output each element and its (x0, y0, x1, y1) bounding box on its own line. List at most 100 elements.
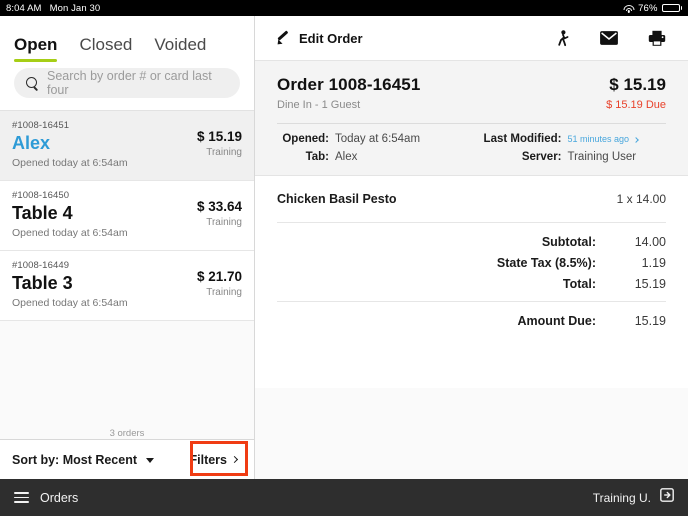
total-value: 15.19 (634, 277, 666, 291)
bottom-navigation-bar: Orders Training U. (0, 479, 688, 516)
search-placeholder: Search by order # or card last four (47, 69, 212, 97)
order-detail-toolbar: Edit Order (255, 16, 688, 61)
order-title: Order 1008-16451 (277, 75, 421, 94)
pencil-icon (275, 31, 290, 46)
ios-status-bar: 8:04 AM Mon Jan 30 76% (0, 0, 688, 16)
person-walking-icon[interactable] (555, 29, 570, 47)
tab-open[interactable]: Open (14, 35, 58, 62)
order-opened-time: Opened today at 6:54am (12, 296, 128, 309)
hamburger-menu-icon (14, 491, 29, 504)
line-item-name: Chicken Basil Pesto (277, 192, 397, 206)
chevron-right-icon (230, 455, 239, 464)
order-list-item-1008-16451[interactable]: #1008-16451 Alex Opened today at 6:54am … (0, 111, 254, 181)
toolbar-icon-group (555, 29, 666, 47)
meta-opened: Opened: Today at 6:54am (277, 133, 472, 145)
order-meta: Opened: Today at 6:54am Tab: Alex Last M… (277, 133, 666, 163)
order-detail-pane: Edit Order Order 1008-16451 Dine In - 1 … (255, 16, 688, 479)
meta-last-modified-label: Last Modified: (483, 133, 562, 145)
logout-icon (660, 488, 674, 507)
order-tag: Training (206, 147, 242, 158)
order-totals: Subtotal: 14.00 State Tax (8.5%): 1.19 T… (277, 223, 666, 291)
meta-server-value: Training User (567, 151, 637, 163)
meta-tab-value: Alex (335, 151, 358, 163)
amount-due-block: Amount Due: 15.19 (277, 302, 666, 328)
order-due-amount: $ 15.19 Due (606, 99, 666, 111)
tab-voided[interactable]: Voided (154, 35, 206, 62)
order-list-item-1008-16450[interactable]: #1008-16450 Table 4 Opened today at 6:54… (0, 181, 254, 251)
tab-closed[interactable]: Closed (79, 35, 132, 62)
amount-due-value: 15.19 (634, 314, 666, 328)
order-amount: $ 21.70 (196, 269, 242, 284)
order-line-item[interactable]: Chicken Basil Pesto 1 x 14.00 (277, 176, 666, 206)
meta-opened-value: Today at 6:54am (335, 133, 421, 145)
subtotal-value: 14.00 (634, 235, 666, 249)
meta-tab: Tab: Alex (277, 151, 472, 163)
line-item-qty-price: 1 x 14.00 (616, 192, 666, 206)
order-subtitle: Dine In - 1 Guest (277, 99, 361, 111)
amount-due-label: Amount Due: (517, 314, 596, 328)
order-total-amount: $ 15.19 (609, 75, 666, 94)
tab-open-label: Open (14, 35, 58, 54)
total-row-total: Total: 15.19 (277, 277, 666, 291)
app-root: 8:04 AM Mon Jan 30 76% Open Closed Voide… (0, 0, 688, 516)
last-modified-value: 51 minutes ago (567, 134, 630, 144)
search-container: Search by order # or card last four (0, 62, 254, 111)
order-meta-left: Opened: Today at 6:54am Tab: Alex (277, 133, 472, 163)
total-row-amount-due: Amount Due: 15.19 (277, 314, 666, 328)
user-logout-button[interactable]: Training U. (593, 488, 674, 507)
menu-button[interactable]: Orders (14, 491, 78, 505)
order-count-label: 3 orders (109, 428, 145, 439)
status-bar-time: 8:04 AM (6, 2, 42, 14)
edit-order-button[interactable]: Edit Order (275, 31, 363, 46)
orders-list-pane: Open Closed Voided Search by order # or … (0, 16, 255, 479)
meta-last-modified: Last Modified: 51 minutes ago (472, 133, 667, 145)
sort-by-control[interactable]: Sort by: Most Recent (12, 453, 154, 467)
status-bar-left: 8:04 AM Mon Jan 30 (0, 3, 100, 14)
order-summary-top: Order 1008-16451 Dine In - 1 Guest $ 15.… (277, 75, 666, 111)
status-bar-right: 76% (623, 3, 688, 14)
total-row-tax: State Tax (8.5%): 1.19 (277, 256, 666, 270)
total-row-subtotal: Subtotal: 14.00 (277, 235, 666, 249)
order-meta-right: Last Modified: 51 minutes ago Server: Tr… (472, 133, 667, 163)
envelope-icon[interactable] (600, 31, 618, 45)
caret-down-icon (145, 457, 154, 463)
order-detail-empty-space (255, 388, 688, 478)
order-summary-header: Order 1008-16451 Dine In - 1 Guest $ 15.… (255, 61, 688, 176)
order-detail-body: Chicken Basil Pesto 1 x 14.00 Subtotal: … (255, 176, 688, 388)
search-input[interactable]: Search by order # or card last four (14, 68, 240, 98)
tab-closed-label: Closed (79, 35, 133, 54)
search-icon (26, 77, 38, 89)
total-label: Total: (562, 277, 596, 291)
order-status-tabs: Open Closed Voided (0, 16, 254, 62)
order-list-item-1008-16449[interactable]: #1008-16449 Table 3 Opened today at 6:54… (0, 251, 254, 321)
order-list-footer: 3 orders Sort by: Most Recent Filters (0, 428, 254, 479)
filters-button[interactable]: Filters (184, 450, 242, 470)
last-modified-link[interactable]: 51 minutes ago (567, 134, 639, 144)
order-total-group: $ 15.19 $ 15.19 Due (606, 75, 666, 111)
meta-server-label: Server: (521, 151, 562, 163)
order-amount-group: $ 15.19 Training (197, 129, 242, 158)
user-label: Training U. (592, 490, 651, 505)
meta-opened-label: Opened: (282, 133, 329, 145)
order-amount: $ 15.19 (196, 129, 242, 144)
chevron-right-icon (632, 137, 639, 143)
order-amount: $ 33.64 (196, 199, 242, 214)
order-title-group: Order 1008-16451 Dine In - 1 Guest (277, 75, 420, 111)
tax-value: 1.19 (641, 256, 666, 270)
edit-order-label: Edit Order (299, 30, 363, 46)
meta-server: Server: Training User (472, 151, 667, 163)
status-bar-date: Mon Jan 30 (49, 2, 101, 14)
meta-tab-label: Tab: (305, 151, 329, 163)
wifi-icon (623, 4, 635, 13)
battery-icon (661, 3, 682, 13)
tab-voided-label: Voided (154, 35, 207, 54)
order-tag: Training (206, 287, 242, 298)
filters-label: Filters (189, 452, 227, 467)
order-tag: Training (206, 217, 242, 228)
subtotal-label: Subtotal: (541, 235, 596, 249)
order-list: #1008-16451 Alex Opened today at 6:54am … (0, 111, 254, 441)
section-label: Orders (40, 490, 79, 505)
battery-percent-label: 76% (638, 2, 658, 14)
tax-label: State Tax (8.5%): (496, 256, 596, 270)
printer-icon[interactable] (648, 30, 666, 47)
